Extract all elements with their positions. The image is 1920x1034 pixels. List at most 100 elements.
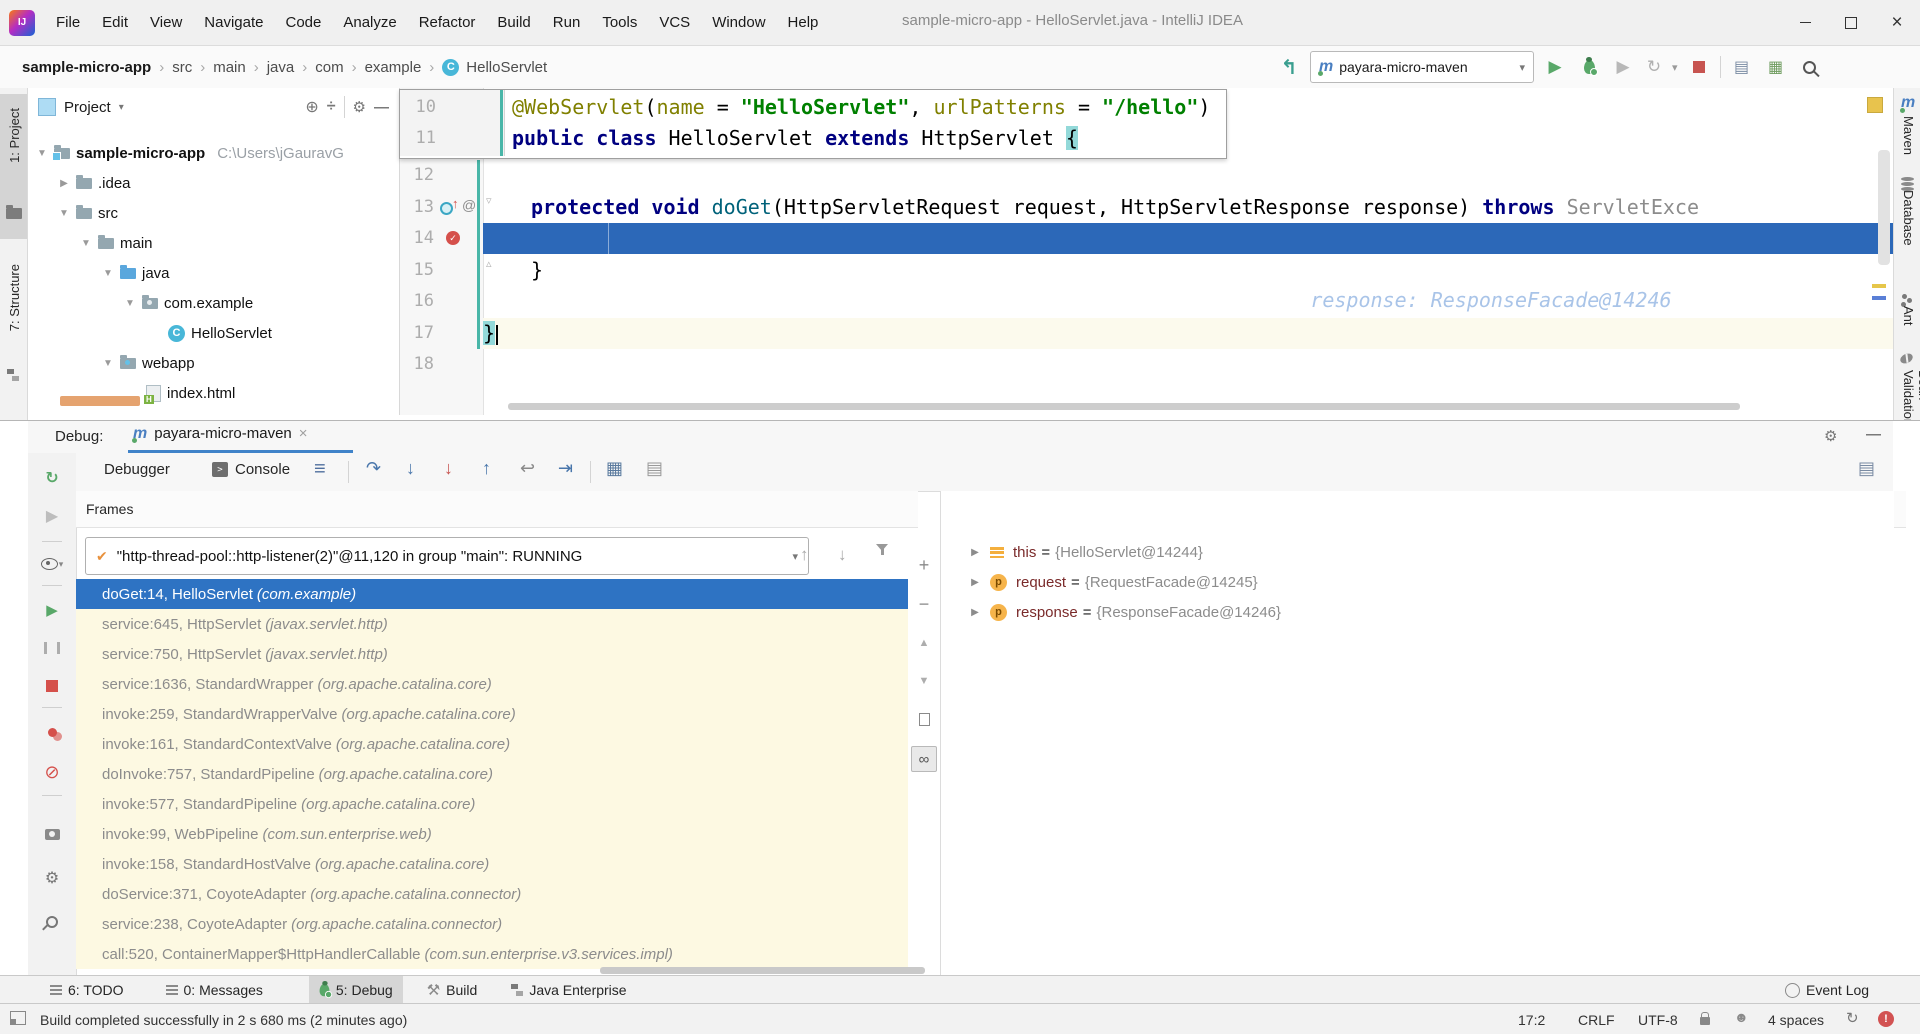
tree-item-root[interactable]: ▼ sample-micro-app C:\Users\jGauravG [36, 138, 344, 168]
move-up-icon[interactable]: ▲ [908, 629, 940, 657]
breadcrumb-example[interactable]: example [365, 59, 422, 76]
step-into-icon[interactable]: ↓ [406, 458, 415, 479]
breadcrumb-class[interactable]: HelloServlet [466, 59, 547, 76]
menu-view[interactable]: View [139, 0, 193, 45]
frame-row[interactable]: call:520, ContainerMapper$HttpHandlerCal… [76, 939, 908, 969]
menu-tools[interactable]: Tools [591, 0, 648, 45]
frame-row[interactable]: invoke:99, WebPipeline (com.sun.enterpri… [76, 819, 908, 849]
gear-icon[interactable]: ⚙ [28, 865, 76, 891]
expand-icon[interactable]: ▼ [58, 208, 70, 219]
breakpoint-verified-icon[interactable]: ✓ [446, 231, 460, 245]
tree-item-idea[interactable]: ▶ .idea [58, 168, 131, 198]
expand-icon[interactable]: ▼ [102, 358, 114, 369]
chevron-down-icon[interactable]: ▾ [1672, 61, 1678, 74]
expand-icon[interactable]: ▼ [124, 298, 136, 309]
restore-layout-icon[interactable]: ▤ [1858, 458, 1875, 479]
toolwindow-build[interactable]: ⚒Build [417, 976, 488, 1004]
inspections-indicator[interactable] [1867, 97, 1883, 113]
mute-breakpoints-icon[interactable]: ⊘ [28, 759, 76, 785]
view-breakpoints-icon[interactable] [28, 719, 76, 745]
tree-item-java[interactable]: ▼ java [102, 258, 170, 288]
expand-icon[interactable]: ▶ [969, 577, 981, 588]
menu-build[interactable]: Build [486, 0, 541, 45]
caret-position[interactable]: 17:2 [1518, 1012, 1545, 1028]
move-down-icon[interactable]: ▼ [908, 667, 940, 695]
menu-analyze[interactable]: Analyze [332, 0, 407, 45]
next-frame-icon[interactable]: ↓ [838, 545, 847, 565]
minimize-button[interactable] [1782, 0, 1828, 45]
frames-horizontal-scrollbar[interactable] [600, 967, 925, 974]
search-everywhere-button[interactable] [1797, 54, 1823, 80]
hide-panel-icon[interactable]: — [1866, 426, 1881, 443]
step-out-icon[interactable]: ↑ [482, 458, 491, 479]
frame-row[interactable]: service:238, CoyoteAdapter (org.apache.c… [76, 909, 908, 939]
frame-row[interactable]: service:645, HttpServlet (javax.servlet.… [76, 609, 908, 639]
toolwindow-switcher-icon[interactable] [10, 1011, 26, 1028]
tab-debugger[interactable]: Debugger [104, 461, 170, 478]
menu-refactor[interactable]: Refactor [408, 0, 487, 45]
view-options-eye-icon[interactable]: ▾ [28, 551, 76, 577]
watch-return-values-icon[interactable]: ∞ [908, 745, 940, 773]
frame-row[interactable]: service:750, HttpServlet (javax.servlet.… [76, 639, 908, 669]
info-stripe-mark[interactable] [1872, 296, 1886, 300]
menu-file[interactable]: File [45, 0, 91, 45]
frame-row[interactable]: doService:371, CoyoteAdapter (org.apache… [76, 879, 908, 909]
lock-icon[interactable] [1700, 1012, 1710, 1028]
step-over-icon[interactable]: ↷ [366, 458, 381, 479]
breadcrumb-main[interactable]: main [213, 59, 246, 76]
navigate-back-icon[interactable]: ↰ [1276, 54, 1302, 80]
rerun-failed-icon[interactable]: ▶ [28, 503, 76, 529]
collapse-all-icon[interactable]: ÷ [327, 98, 336, 116]
preview-window-icon[interactable]: ▦ [1763, 54, 1789, 80]
sidebar-item-structure[interactable]: 7: Structure [0, 260, 27, 390]
frame-row[interactable]: invoke:577, StandardPipeline (org.apache… [76, 789, 908, 819]
run-config-selector[interactable]: m payara-micro-maven ▾ [1310, 51, 1534, 83]
resume-icon[interactable]: ▶ [28, 597, 76, 623]
variable-row-this[interactable]: ▶ this = {HelloServlet@14244} [941, 537, 1920, 567]
run-to-cursor-icon[interactable]: ⇥ [558, 458, 573, 479]
drop-frame-icon[interactable]: ↩ [520, 458, 535, 479]
expand-icon[interactable]: ▶ [969, 607, 981, 618]
background-tasks-icon[interactable]: ↻ [1846, 1009, 1859, 1027]
trace-settings-icon[interactable]: ▤ [646, 458, 663, 479]
menu-window[interactable]: Window [701, 0, 776, 45]
toolwindow-todo[interactable]: 6: TODO [40, 976, 134, 1004]
run-button[interactable]: ▶ [1542, 54, 1568, 80]
thread-selector[interactable]: ✔ "http-thread-pool::http-listener(2)"@1… [85, 537, 809, 575]
breadcrumb-java[interactable]: java [267, 59, 295, 76]
expand-icon[interactable]: ▶ [58, 178, 70, 189]
tab-console[interactable]: >Console [212, 461, 290, 478]
expand-icon[interactable]: ▼ [80, 238, 92, 249]
frame-row[interactable]: invoke:259, StandardWrapperValve (org.ap… [76, 699, 908, 729]
tree-item-main[interactable]: ▼ main [80, 228, 153, 258]
implements-arrow-icon[interactable]: ↑ [452, 196, 459, 211]
event-log-button[interactable]: Event Log [1775, 976, 1879, 1004]
highlighting-level-icon[interactable]: ☻ [1734, 1009, 1749, 1025]
sidebar-item-maven[interactable]: m Maven [1894, 92, 1920, 109]
screenshot-icon[interactable] [28, 821, 76, 847]
rerun-icon[interactable]: ↻ [28, 465, 76, 491]
frame-row[interactable]: doInvoke:757, StandardPipeline (org.apac… [76, 759, 908, 789]
tree-item-package[interactable]: ▼ com.example [124, 288, 253, 318]
breadcrumb-root[interactable]: sample-micro-app [22, 59, 151, 76]
breadcrumb-com[interactable]: com [315, 59, 343, 76]
indent-indicator[interactable]: 4 spaces [1768, 1012, 1824, 1028]
force-step-into-icon[interactable]: ↓ [444, 458, 453, 479]
frame-row[interactable]: invoke:161, StandardContextValve (org.ap… [76, 729, 908, 759]
duplicate-watch-icon[interactable] [908, 705, 940, 733]
locate-file-icon[interactable]: ⊕ [305, 97, 318, 117]
status-message[interactable]: Build completed successfully in 2 s 680 … [40, 1012, 407, 1028]
filter-frames-icon[interactable] [876, 551, 888, 568]
variable-row-request[interactable]: ▶ p request = {RequestFacade@14245} [941, 567, 1920, 597]
coverage-button[interactable]: ▶ [1610, 54, 1636, 80]
profiler-button[interactable]: ↻ [1644, 54, 1664, 80]
vertical-scrollbar[interactable] [1878, 150, 1890, 265]
debug-button[interactable] [1576, 54, 1602, 80]
frame-row[interactable]: service:1636, StandardWrapper (org.apach… [76, 669, 908, 699]
tree-item-src[interactable]: ▼ src [58, 198, 118, 228]
tree-item-index-html[interactable]: index.html [146, 378, 235, 408]
toolwindow-java-enterprise[interactable]: Java Enterprise [501, 976, 636, 1004]
toolwindow-messages[interactable]: 0: Messages [156, 976, 273, 1004]
pin-icon[interactable] [28, 909, 76, 935]
encoding-indicator[interactable]: UTF-8 [1638, 1012, 1678, 1028]
